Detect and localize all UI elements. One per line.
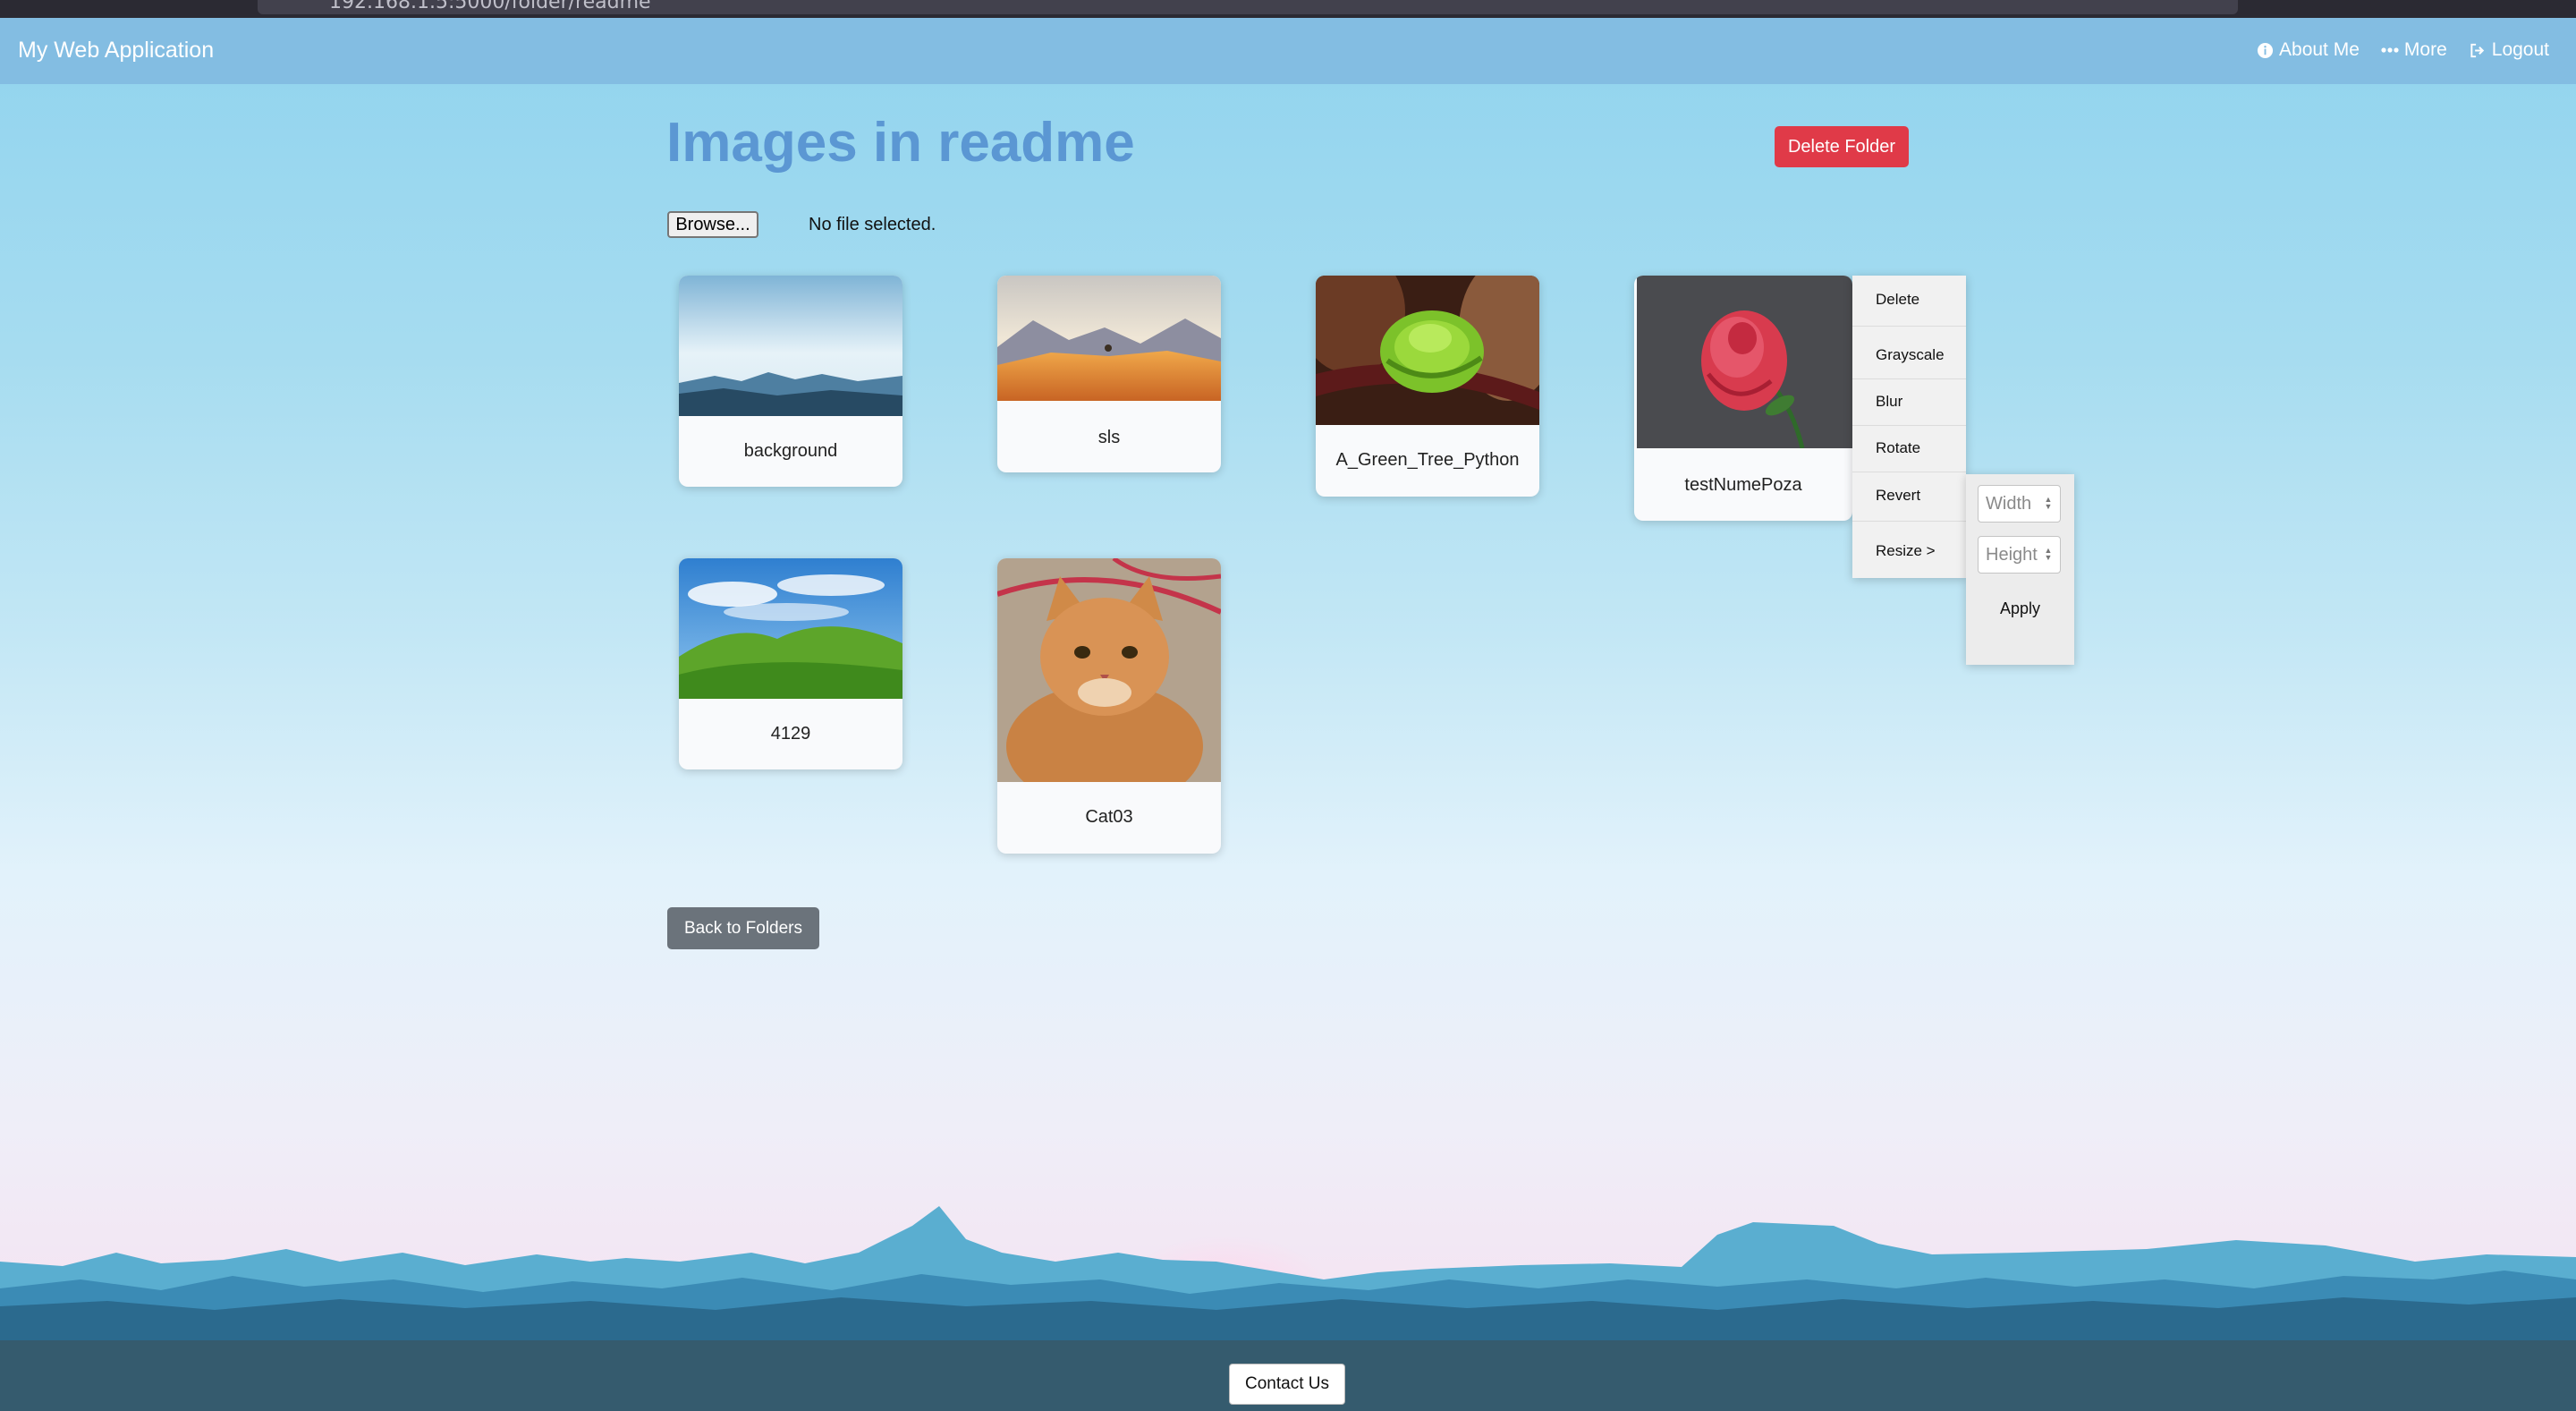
image-name: sls [1097,428,1121,447]
image-card[interactable]: 4129 [679,558,902,769]
menu-item-delete[interactable]: Delete [1852,277,1966,322]
width-input[interactable]: Width ▲ ▼ [1978,485,2061,523]
image-card[interactable]: background [679,276,902,487]
image-name: Cat03 [1085,807,1133,827]
image-thumbnail[interactable] [679,276,902,416]
image-name: testNumePoza [1684,475,1802,495]
ellipsis-icon [2381,47,2399,53]
contact-us-button[interactable]: Contact Us [1229,1364,1345,1405]
image-thumbnail[interactable] [1634,276,1852,448]
width-placeholder: Width [1986,494,2032,514]
nav-link-more[interactable]: More [2381,39,2447,61]
menu-item-resize[interactable]: Resize > [1852,529,1966,574]
file-status-text: No file selected. [809,214,936,234]
info-circle-icon [2257,42,2274,58]
image-card[interactable]: Cat03 [997,558,1221,854]
browser-url-text: 192.168.1.5:5000/folder/readme [329,0,651,13]
navbar-brand[interactable]: My Web Application [18,38,214,64]
image-thumbnail[interactable] [679,558,902,699]
nav-link-label: More [2403,39,2447,60]
mountains-decoration [0,1206,2576,1342]
nav-link-label: About Me [2279,39,2360,60]
image-card[interactable]: sls [997,276,1221,472]
menu-divider [1852,326,1966,327]
image-thumbnail[interactable] [997,558,1221,782]
menu-divider [1852,521,1966,522]
image-name: 4129 [770,724,811,744]
height-input[interactable]: Height ▲ ▼ [1978,536,2061,574]
footer: Contact Us [0,1340,2576,1411]
menu-item-blur[interactable]: Blur [1852,379,1966,424]
number-spinner[interactable]: ▲ ▼ [2042,547,2055,563]
menu-item-grayscale[interactable]: Grayscale [1852,333,1966,378]
image-name: A_Green_Tree_Python [1335,450,1520,470]
browser-toolbar: 192.168.1.5:5000/folder/readme [0,0,2576,18]
navbar-links: About Me More Logout [2257,39,2549,61]
back-to-folders-button[interactable]: Back to Folders [667,907,819,949]
menu-item-rotate[interactable]: Rotate [1852,426,1966,471]
image-card[interactable]: A_Green_Tree_Python [1316,276,1539,497]
browse-button[interactable]: Browse... [667,211,758,238]
image-context-menu: Delete Grayscale Blur Rotate Revert Resi… [1852,276,1966,578]
number-spinner[interactable]: ▲ ▼ [2042,496,2055,512]
image-thumbnail[interactable] [997,276,1221,401]
file-upload: Browse... No file selected. [667,211,936,238]
apply-button[interactable]: Apply [1966,599,2074,618]
browser-address-bar[interactable]: 192.168.1.5:5000/folder/readme [258,0,2238,14]
height-placeholder: Height [1986,545,2038,565]
menu-item-revert[interactable]: Revert [1852,473,1966,518]
image-card[interactable]: testNumePoza [1634,276,1852,521]
image-thumbnail[interactable] [1316,276,1539,425]
nav-link-about-me[interactable]: About Me [2257,39,2360,61]
nav-link-label: Logout [2491,39,2549,60]
nav-link-logout[interactable]: Logout [2469,39,2549,61]
navbar: My Web Application About Me More Logout [0,18,2576,84]
page-title: Images in readme [666,112,1135,174]
logout-icon [2470,43,2484,57]
delete-folder-button[interactable]: Delete Folder [1775,126,1909,167]
resize-submenu: Width ▲ ▼ Height ▲ ▼ Apply [1966,474,2074,665]
image-name: background [743,441,838,461]
